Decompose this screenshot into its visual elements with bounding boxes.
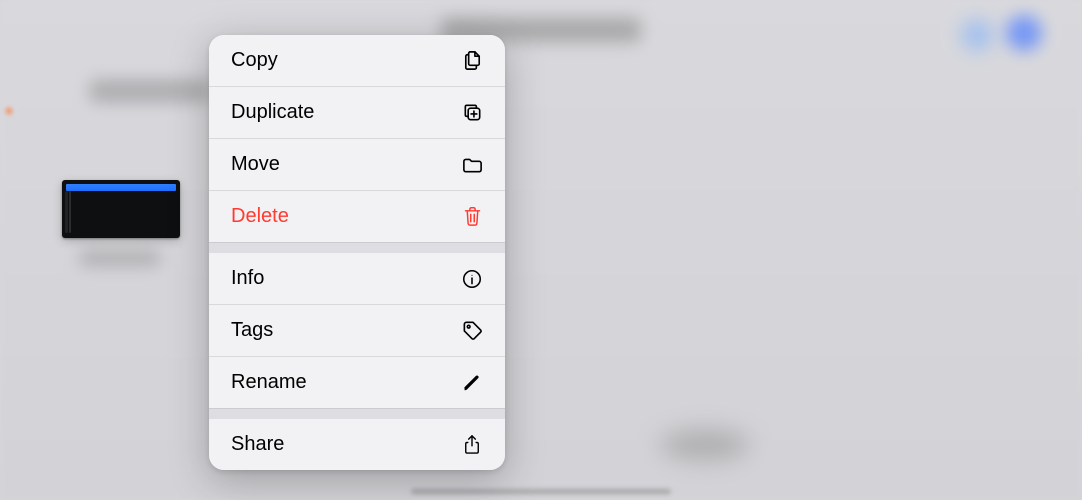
menu-item-info[interactable]: Info — [209, 253, 505, 304]
menu-item-share[interactable]: Share — [209, 419, 505, 470]
menu-item-label: Info — [231, 267, 264, 290]
menu-item-label: Share — [231, 433, 284, 456]
bg-section-heading-placeholder — [90, 80, 210, 102]
file-thumbnail-sidebar — [65, 191, 68, 233]
file-thumbnail-header — [66, 184, 176, 191]
bg-recording-indicator — [6, 108, 12, 114]
menu-item-label: Copy — [231, 49, 278, 72]
context-menu: Copy Duplicate Move Delete — [209, 35, 505, 470]
menu-item-move[interactable]: Move — [209, 138, 505, 190]
menu-item-label: Delete — [231, 205, 289, 228]
home-indicator — [411, 489, 671, 494]
blurred-background — [0, 0, 1082, 500]
bg-file-name-placeholder — [80, 250, 160, 266]
share-icon — [459, 432, 485, 458]
duplicate-icon — [459, 100, 485, 126]
menu-item-delete[interactable]: Delete — [209, 190, 505, 242]
info-icon — [459, 266, 485, 292]
bg-toolbar-profile-blur — [1006, 15, 1042, 51]
file-thumbnail-sidebar-accent — [69, 191, 71, 233]
pencil-icon — [459, 370, 485, 396]
file-thumbnail[interactable] — [62, 180, 180, 238]
menu-separator — [209, 408, 505, 419]
copy-icon — [459, 48, 485, 74]
menu-item-label: Duplicate — [231, 101, 314, 124]
menu-item-label: Tags — [231, 319, 273, 342]
tag-icon — [459, 318, 485, 344]
bg-misc-blur — [660, 430, 750, 460]
menu-item-label: Move — [231, 153, 280, 176]
menu-item-label: Rename — [231, 371, 307, 394]
menu-item-rename[interactable]: Rename — [209, 356, 505, 408]
menu-item-copy[interactable]: Copy — [209, 35, 505, 86]
bg-toolbar-icon-blur — [962, 20, 992, 50]
trash-icon — [459, 204, 485, 230]
folder-icon — [459, 152, 485, 178]
menu-separator — [209, 242, 505, 253]
menu-item-duplicate[interactable]: Duplicate — [209, 86, 505, 138]
menu-item-tags[interactable]: Tags — [209, 304, 505, 356]
